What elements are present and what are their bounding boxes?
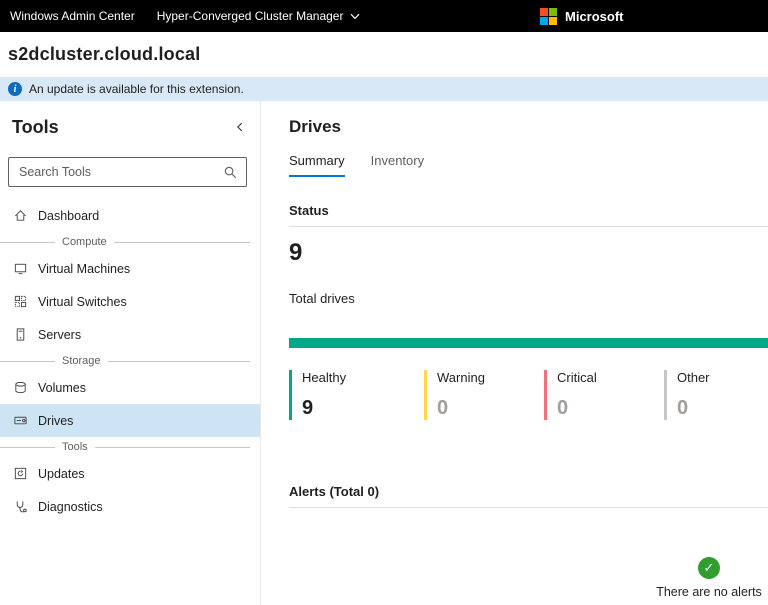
tab-inventory[interactable]: Inventory [371, 153, 424, 177]
search-icon [223, 165, 238, 180]
sidebar-item-label: Virtual Switches [38, 295, 127, 309]
total-drives-count: 9 [289, 239, 768, 267]
volumes-icon [12, 380, 28, 395]
diagnostics-icon [12, 499, 28, 514]
collapse-sidebar-button[interactable] [234, 121, 246, 133]
tools-nav: Dashboard Compute Virtual Machines Virtu… [0, 199, 260, 523]
critical-tile: Critical 0 [544, 370, 664, 420]
sidebar-item-servers[interactable]: Servers [0, 318, 260, 351]
dashboard-icon [12, 208, 28, 223]
sidebar-item-drives[interactable]: Drives [0, 404, 260, 437]
drives-icon [12, 413, 28, 428]
sidebar-item-label: Servers [38, 328, 81, 342]
tab-summary[interactable]: Summary [289, 153, 345, 177]
section-label: Storage [62, 355, 101, 367]
chevron-left-icon [234, 121, 246, 133]
section-divider-storage: Storage [0, 351, 260, 371]
sidebar-item-updates[interactable]: Updates [0, 457, 260, 490]
sidebar-title: Tools [12, 117, 59, 138]
sidebar-item-label: Drives [38, 414, 73, 428]
app-title-link[interactable]: Windows Admin Center [0, 9, 147, 23]
no-alerts-empty-state: ✓ There are no alerts [650, 557, 768, 599]
info-icon: i [8, 82, 22, 96]
sidebar-item-virtual-machines[interactable]: Virtual Machines [0, 252, 260, 285]
healthy-tile: Healthy 9 [289, 370, 424, 420]
sidebar-item-diagnostics[interactable]: Diagnostics [0, 490, 260, 523]
sidebar-item-volumes[interactable]: Volumes [0, 371, 260, 404]
section-divider-compute: Compute [0, 232, 260, 252]
section-divider-tools: Tools [0, 437, 260, 457]
virtual-switches-icon [12, 294, 28, 309]
servers-icon [12, 327, 28, 342]
sidebar-item-label: Virtual Machines [38, 262, 130, 276]
sidebar-item-label: Dashboard [38, 209, 99, 223]
chevron-down-icon [350, 13, 360, 20]
total-drives-label: Total drives [289, 291, 768, 306]
other-tile: Other 0 [664, 370, 767, 420]
alerts-section-heading: Alerts (Total 0) [289, 484, 768, 508]
tile-value: 9 [302, 397, 424, 420]
drives-panel: Drives Summary Inventory Status 9 Total … [261, 101, 768, 605]
warning-tile: Warning 0 [424, 370, 544, 420]
sidebar-item-virtual-switches[interactable]: Virtual Switches [0, 285, 260, 318]
sidebar-item-label: Volumes [38, 381, 86, 395]
search-tools-box[interactable] [8, 157, 247, 187]
page-title: s2dcluster.cloud.local [8, 44, 200, 65]
status-tiles: Healthy 9 Warning 0 Critical 0 Other 0 [289, 370, 768, 420]
sidebar-item-label: Updates [38, 467, 85, 481]
search-input[interactable] [19, 165, 223, 179]
tile-label: Critical [557, 370, 664, 385]
status-section-heading: Status [289, 203, 768, 227]
tile-label: Healthy [302, 370, 424, 385]
tile-value: 0 [557, 397, 664, 420]
section-label: Tools [62, 441, 88, 453]
panel-title: Drives [289, 117, 768, 137]
cluster-header: s2dcluster.cloud.local [0, 32, 768, 77]
tile-value: 0 [437, 397, 544, 420]
sidebar-item-label: Diagnostics [38, 500, 103, 514]
notification-message: An update is available for this extensio… [29, 82, 244, 96]
update-notification-banner: i An update is available for this extens… [0, 77, 768, 101]
sidebar-item-dashboard[interactable]: Dashboard [0, 199, 260, 232]
tile-label: Other [677, 370, 767, 385]
tile-value: 0 [677, 397, 767, 420]
microsoft-logo-icon [540, 8, 557, 25]
updates-icon [12, 466, 28, 481]
tile-label: Warning [437, 370, 544, 385]
empty-state-text: There are no alerts [656, 585, 762, 599]
virtual-machines-icon [12, 261, 28, 276]
section-label: Compute [62, 236, 107, 248]
tab-bar: Summary Inventory [289, 153, 768, 177]
solution-switcher[interactable]: Hyper-Converged Cluster Manager [147, 9, 371, 23]
top-app-bar: Windows Admin Center Hyper-Converged Clu… [0, 0, 768, 32]
tools-sidebar: Tools Dashboard Compute [0, 101, 261, 605]
microsoft-brand: Microsoft [540, 0, 624, 32]
check-circle-icon: ✓ [698, 557, 720, 579]
solution-title: Hyper-Converged Cluster Manager [157, 9, 344, 23]
drive-health-bar [289, 338, 768, 348]
microsoft-brand-label: Microsoft [565, 9, 624, 24]
tools-header: Tools [0, 115, 260, 139]
